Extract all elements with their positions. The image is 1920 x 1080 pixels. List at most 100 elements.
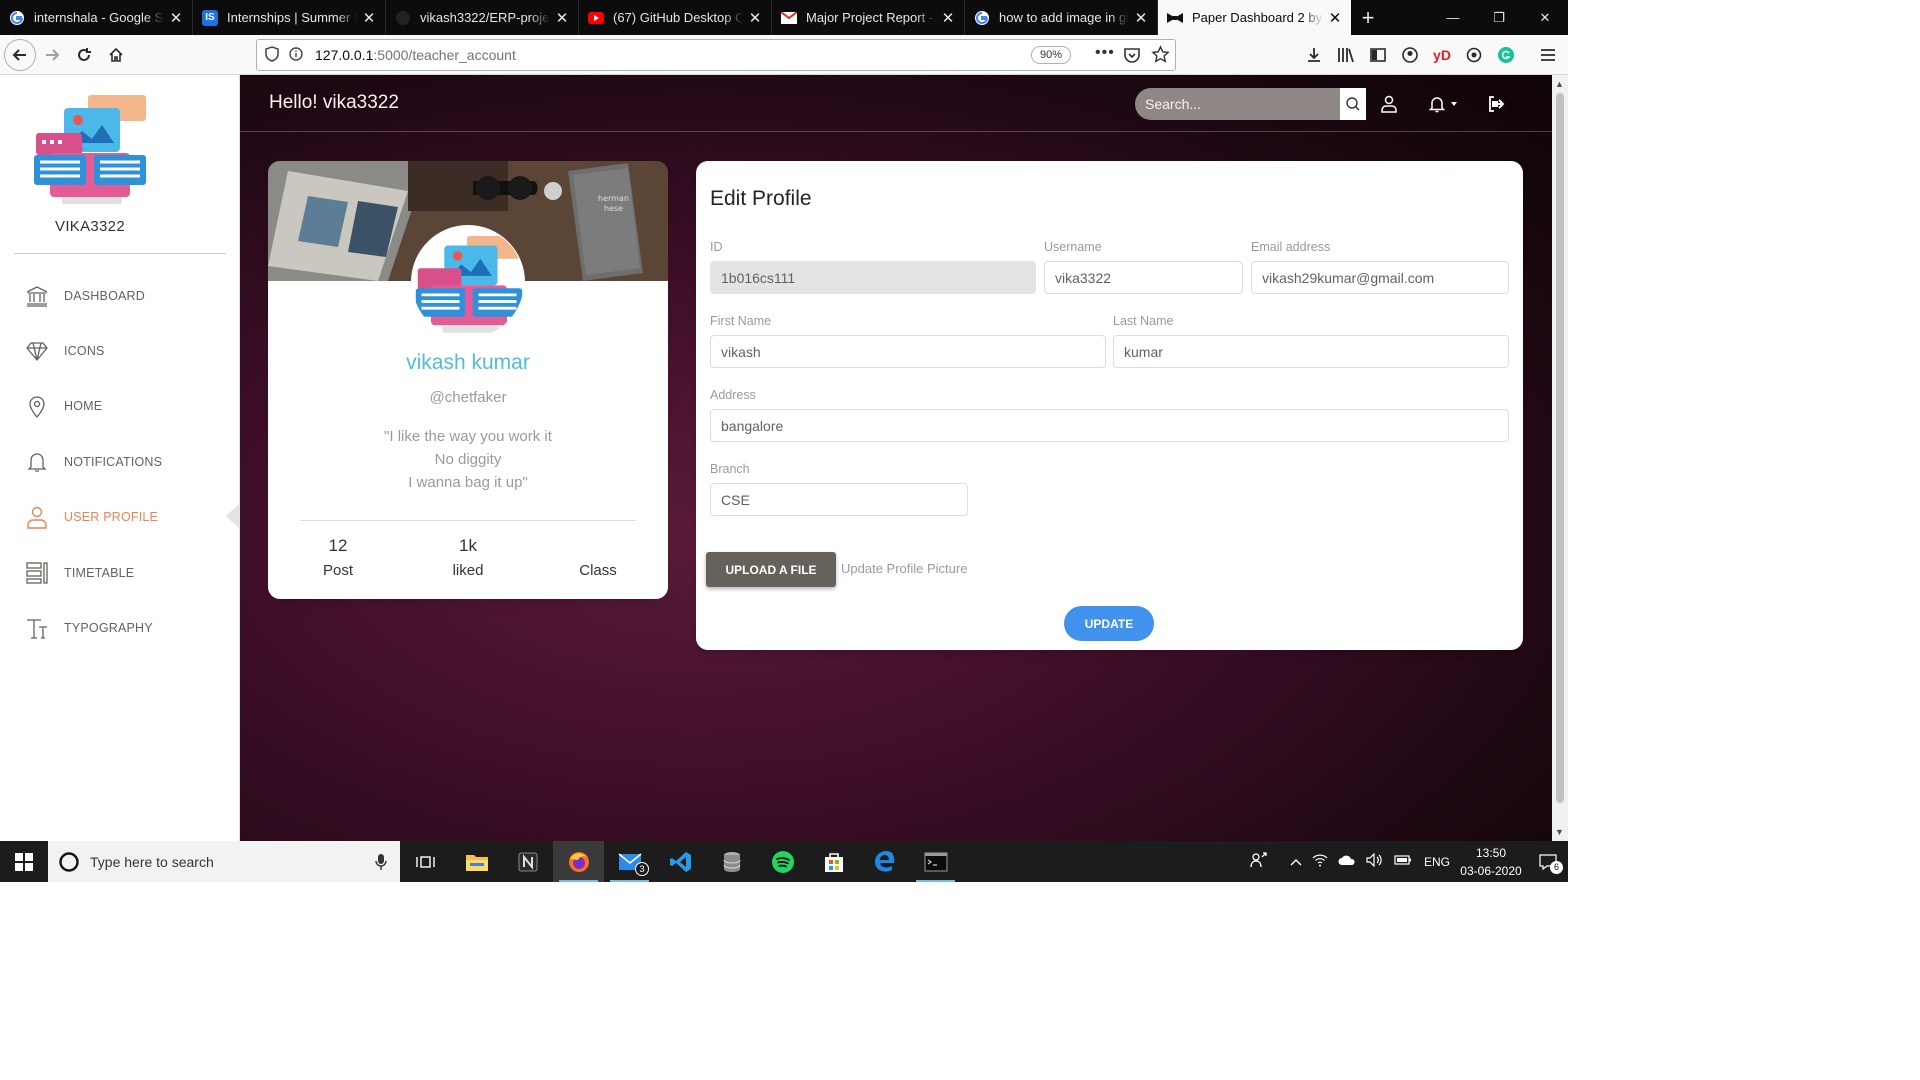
minimize-icon[interactable]: — xyxy=(1430,0,1476,35)
user-full-name[interactable]: vikash kumar xyxy=(268,351,668,375)
browser-tab-active[interactable]: Paper Dashboard 2 by Creative Tim ✕ xyxy=(1158,0,1351,35)
sidebar-item-icons[interactable]: ICONS xyxy=(24,336,105,366)
forward-arrow-icon[interactable] xyxy=(36,39,68,71)
close-icon[interactable]: ✕ xyxy=(940,9,956,27)
grammarly-icon[interactable] xyxy=(1490,39,1522,71)
close-icon[interactable]: ✕ xyxy=(168,9,184,27)
pocket-icon[interactable] xyxy=(1123,46,1141,67)
browser-tab[interactable]: how to add image in github ✕ xyxy=(965,0,1158,35)
browser-tab[interactable]: Major Project Report - vikash ✕ xyxy=(772,0,965,35)
user-icon xyxy=(24,504,50,530)
id-field xyxy=(710,261,1036,294)
library-icon[interactable] xyxy=(1330,39,1362,71)
username-field[interactable] xyxy=(1044,261,1243,294)
volume-icon[interactable] xyxy=(1366,852,1384,870)
scroll-up-icon[interactable]: ▲ xyxy=(1555,79,1564,89)
tab-title: Major Project Report - vikash xyxy=(806,10,936,25)
restore-icon[interactable]: ❐ xyxy=(1476,0,1522,35)
scrollbar-thumb[interactable] xyxy=(1556,93,1564,803)
info-icon[interactable] xyxy=(289,46,307,64)
account-icon[interactable] xyxy=(1394,39,1426,71)
edit-profile-title: Edit Profile xyxy=(710,187,812,210)
update-button[interactable]: UPDATE xyxy=(1064,606,1154,641)
taskbar-search-placeholder: Type here to search xyxy=(90,853,214,870)
sidebar-item-label: NOTIFICATIONS xyxy=(64,455,163,469)
spotify-icon[interactable] xyxy=(757,841,808,882)
close-icon[interactable]: ✕ xyxy=(1327,9,1343,27)
hamburger-menu-icon[interactable] xyxy=(1532,39,1564,71)
address-field[interactable] xyxy=(710,409,1509,442)
file-explorer-icon[interactable] xyxy=(451,841,502,882)
avatar[interactable] xyxy=(411,225,525,339)
search-icon[interactable] xyxy=(1340,88,1366,120)
browser-tab-bar: internshala - Google Search ✕ IS Interns… xyxy=(0,0,1568,35)
browser-tab[interactable]: IS Internships | Summer Internships ✕ xyxy=(193,0,386,35)
last-name-field[interactable] xyxy=(1113,335,1509,368)
edge-icon[interactable] xyxy=(859,841,910,882)
sidebar-item-user-profile[interactable]: USER PROFILE xyxy=(24,502,158,532)
close-window-icon[interactable]: ✕ xyxy=(1522,0,1568,35)
first-name-field[interactable] xyxy=(710,335,1106,368)
sidebar-item-dashboard[interactable]: DASHBOARD xyxy=(24,281,145,311)
new-tab-button[interactable]: + xyxy=(1351,0,1385,35)
firefox-icon[interactable] xyxy=(553,841,604,882)
diamond-icon xyxy=(24,338,50,364)
more-actions-icon[interactable]: ••• xyxy=(1095,44,1115,62)
terminal-icon[interactable] xyxy=(910,841,961,882)
sidebar-item-timetable[interactable]: TIMETABLE xyxy=(24,558,134,588)
people-icon[interactable] xyxy=(1250,852,1268,871)
browser-tab[interactable]: (67) GitHub Desktop Quick ✕ xyxy=(579,0,772,35)
reload-icon[interactable] xyxy=(68,39,100,71)
sidebar-item-notifications[interactable]: NOTIFICATIONS xyxy=(24,447,162,477)
close-icon[interactable]: ✕ xyxy=(554,9,570,27)
search-input[interactable]: Search... xyxy=(1135,88,1366,120)
windows-start-icon[interactable] xyxy=(0,841,48,882)
bookmark-star-icon[interactable] xyxy=(1151,45,1170,67)
taskbar-search[interactable]: Type here to search xyxy=(48,841,400,882)
task-view-icon[interactable] xyxy=(400,841,451,882)
home-icon[interactable] xyxy=(100,39,132,71)
scroll-down-icon[interactable]: ▼ xyxy=(1555,827,1564,837)
mail-icon[interactable]: 3 xyxy=(604,841,655,882)
email-field[interactable] xyxy=(1251,261,1509,294)
clock-date: 03-06-2020 xyxy=(1460,863,1522,878)
close-icon[interactable]: ✕ xyxy=(361,9,377,27)
sidebar-toggle-icon[interactable] xyxy=(1362,39,1394,71)
battery-icon[interactable] xyxy=(1394,854,1412,869)
pin-icon xyxy=(24,393,50,419)
extension-icon[interactable] xyxy=(1458,39,1490,71)
language-indicator[interactable]: ENG xyxy=(1424,855,1450,869)
yandex-extension-icon[interactable]: yD xyxy=(1426,39,1458,71)
url-bar[interactable]: 127.0.0.1:5000/teacher_account 90% ••• xyxy=(256,39,1176,71)
chevron-up-icon[interactable] xyxy=(1290,855,1302,869)
text-icon xyxy=(24,615,50,641)
page-scrollbar[interactable]: ▲ ▼ xyxy=(1552,75,1568,841)
sidebar-item-typography[interactable]: TYPOGRAPHY xyxy=(24,613,153,643)
store-icon[interactable] xyxy=(808,841,859,882)
sidebar-item-home[interactable]: HOME xyxy=(24,391,102,421)
clock[interactable]: 13:50 03-06-2020 xyxy=(1454,844,1528,880)
onedrive-icon[interactable] xyxy=(1338,854,1356,869)
logout-icon[interactable] xyxy=(1485,93,1507,115)
back-arrow-icon[interactable] xyxy=(4,38,36,71)
shield-icon[interactable] xyxy=(265,45,283,65)
brand-logo[interactable] xyxy=(30,93,150,211)
wifi-icon[interactable] xyxy=(1312,853,1328,870)
notifications-dropdown[interactable] xyxy=(1427,93,1459,115)
notion-icon[interactable] xyxy=(502,841,553,882)
browser-tab[interactable]: internshala - Google Search ✕ xyxy=(0,0,193,35)
brand-name[interactable]: VIKA3322 xyxy=(0,218,180,235)
vscode-icon[interactable] xyxy=(655,841,706,882)
close-icon[interactable]: ✕ xyxy=(1133,9,1149,27)
branch-field[interactable] xyxy=(710,483,968,516)
greeting: Hello! vika3322 xyxy=(269,92,399,113)
database-icon[interactable] xyxy=(706,841,757,882)
user-icon[interactable] xyxy=(1378,93,1400,115)
close-icon[interactable]: ✕ xyxy=(747,9,763,27)
browser-tab[interactable]: vikash3322/ERP-project ✕ xyxy=(386,0,579,35)
action-center-icon[interactable]: 6 xyxy=(1528,853,1568,874)
upload-file-button[interactable]: UPLOAD A FILE xyxy=(706,552,836,587)
zoom-level[interactable]: 90% xyxy=(1031,46,1071,64)
username-label: Username xyxy=(1044,240,1102,254)
download-icon[interactable] xyxy=(1298,39,1330,71)
